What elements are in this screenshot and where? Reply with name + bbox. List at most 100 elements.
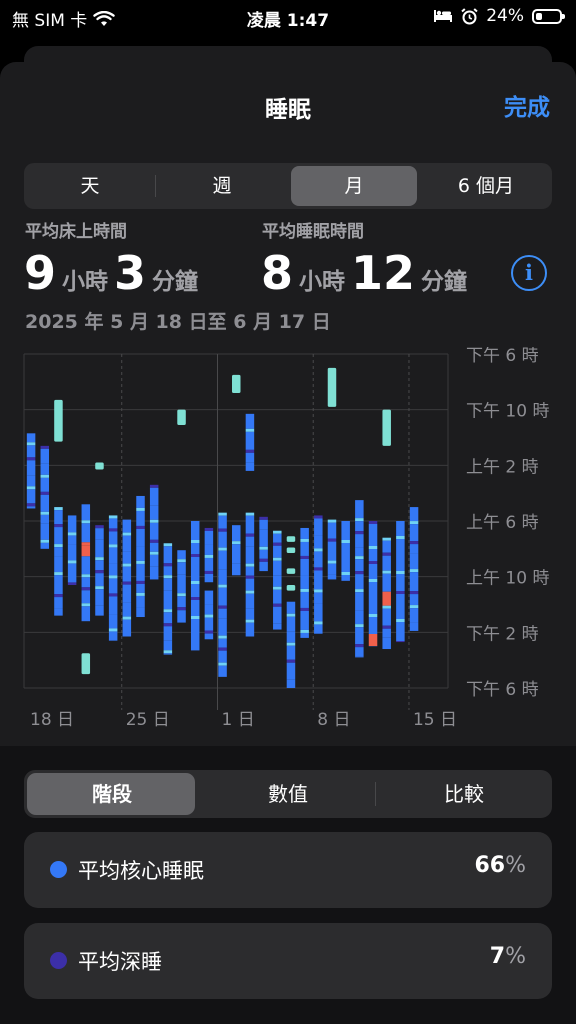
sleep-stage-segment [190, 597, 200, 600]
sleep-stage-segment [136, 595, 145, 608]
avg-deep-sleep-card[interactable]: 平均深睡 7% [24, 923, 552, 999]
info-icon[interactable]: i [511, 255, 547, 291]
tab-comparisons[interactable]: 比較 [376, 770, 552, 818]
sleep-stage-segment [163, 590, 173, 610]
sleep-stage-segment [108, 596, 118, 615]
sleep-stage-segment [54, 544, 63, 548]
sleep-stage-segment [409, 605, 419, 609]
avg-core-sleep-card[interactable]: 平均核心睡眠 66% [24, 832, 552, 908]
y-tick-label: 下午 2 時 [466, 624, 539, 644]
sleep-stage-segment [396, 557, 405, 571]
tab-amounts[interactable]: 數值 [200, 770, 376, 818]
sleep-stage-segment [382, 540, 391, 553]
done-button[interactable]: 完成 [504, 88, 550, 122]
sleep-stage-segment [273, 542, 282, 546]
sleep-stage-segment [327, 541, 337, 561]
tab-week[interactable]: 週 [156, 163, 288, 209]
sleep-stage-segment [40, 474, 50, 478]
sleep-stage-segment [382, 573, 391, 592]
sleep-stage-segment [314, 624, 323, 634]
sleep-stage-segment [409, 622, 419, 631]
sleep-stage-segment [95, 557, 104, 561]
sleep-stage-segment [190, 619, 200, 638]
sleep-stage-segment [368, 600, 378, 614]
sleep-stage-segment [40, 494, 50, 512]
sleep-stage-segment [300, 629, 309, 633]
sleep-stage-segment [108, 631, 118, 641]
sleep-stage-segment [245, 622, 255, 637]
sleep-stage-segment [136, 607, 145, 618]
sleep-stage-segment [108, 547, 118, 564]
sleep-stage-segment [204, 573, 214, 583]
tab-six-months[interactable]: 6 個月 [420, 163, 552, 209]
sleep-stage-segment [409, 553, 419, 570]
tab-month[interactable]: 月 [288, 163, 420, 209]
sleep-stage-segment [136, 592, 145, 596]
sleep-stage-segment [245, 578, 255, 591]
sleep-stage-segment [327, 563, 337, 575]
sleep-stage-segment [396, 536, 405, 539]
sleep-stage-segment [368, 582, 378, 600]
tab-stages[interactable]: 階段 [24, 770, 200, 818]
sleep-stage-segment [355, 559, 364, 572]
sleep-stage-segment [300, 558, 309, 576]
sleep-stage-segment [286, 662, 296, 680]
sleep-stage-segment [122, 535, 132, 552]
sleep-stage-segment [218, 635, 227, 639]
sleep-stage-segment [409, 591, 419, 595]
sleep-stage-segment [355, 574, 364, 590]
avg-core-sleep-label: 平均核心睡眠 [78, 859, 204, 883]
sleep-stage-segment [314, 603, 323, 622]
sleep-stage-segment [54, 608, 63, 616]
tab-day[interactable]: 天 [24, 163, 156, 209]
sleep-stage-segment [136, 525, 145, 529]
sleep-stage-segment [341, 554, 350, 572]
y-tick-label: 上午 10 時 [466, 569, 549, 589]
sleep-stage-segment [204, 527, 214, 531]
sleep-stage-segment [163, 575, 173, 579]
sleep-stage-segment [54, 594, 63, 598]
sleep-stage-segment [26, 433, 36, 443]
sleep-stage-segment [273, 575, 282, 587]
sleep-stage-segment [259, 558, 268, 562]
sleep-stage-segment [95, 605, 104, 616]
sleep-stage-segment [163, 546, 173, 564]
sleep-bed-icon [434, 10, 453, 22]
sleep-stage-segment [409, 524, 419, 542]
sleep-stage-segment [314, 621, 323, 625]
sleep-stage-segment [26, 486, 36, 490]
sleep-stage-segment [190, 557, 200, 571]
sleep-stage-segment [81, 556, 91, 575]
avg-deep-sleep-number: 7 [489, 944, 506, 969]
in-bed-bar [81, 653, 91, 675]
sleep-stage-segment [245, 546, 255, 564]
sleep-stage-segment [204, 554, 214, 558]
in-bed-bar [327, 367, 337, 407]
in-bed-label: 平均床上時間 [25, 222, 127, 242]
sleep-stage-segment [204, 570, 214, 574]
sleep-stage-segment [396, 641, 405, 643]
deep-color-dot [50, 952, 67, 969]
sleep-stage-segment [396, 574, 405, 591]
sleep-stage-segment [409, 544, 419, 554]
sleep-stage-segment [409, 608, 419, 623]
sleep-stage-segment [286, 642, 296, 646]
sleep-stage-segment [108, 578, 118, 594]
sleep-stage-segment [218, 650, 227, 663]
sleep-stage-segment [259, 529, 268, 547]
sleep-stage-segment [396, 619, 405, 622]
sleep-chart[interactable]: 18 日 25 日1 日8 日 15 日下午 6 時下午 10 時上午 2 時上午 … [0, 347, 576, 737]
sleep-stage-segment [136, 583, 145, 593]
battery-percent: 24% [486, 6, 524, 26]
sleep-stage-segment [273, 623, 282, 630]
sleep-stage-segment [163, 609, 173, 613]
sleep-stage-segment [54, 597, 63, 609]
sleep-stage-segment [218, 550, 227, 570]
sleep-stage-segment [163, 650, 173, 654]
sleep-stage-segment [355, 592, 364, 611]
sleep-stage-segment [382, 555, 391, 571]
sleep-stage-segment [396, 521, 405, 536]
sleep-stage-segment [355, 624, 364, 628]
asleep-hours: 8 [261, 246, 294, 300]
sleep-stage-segment [273, 586, 282, 590]
